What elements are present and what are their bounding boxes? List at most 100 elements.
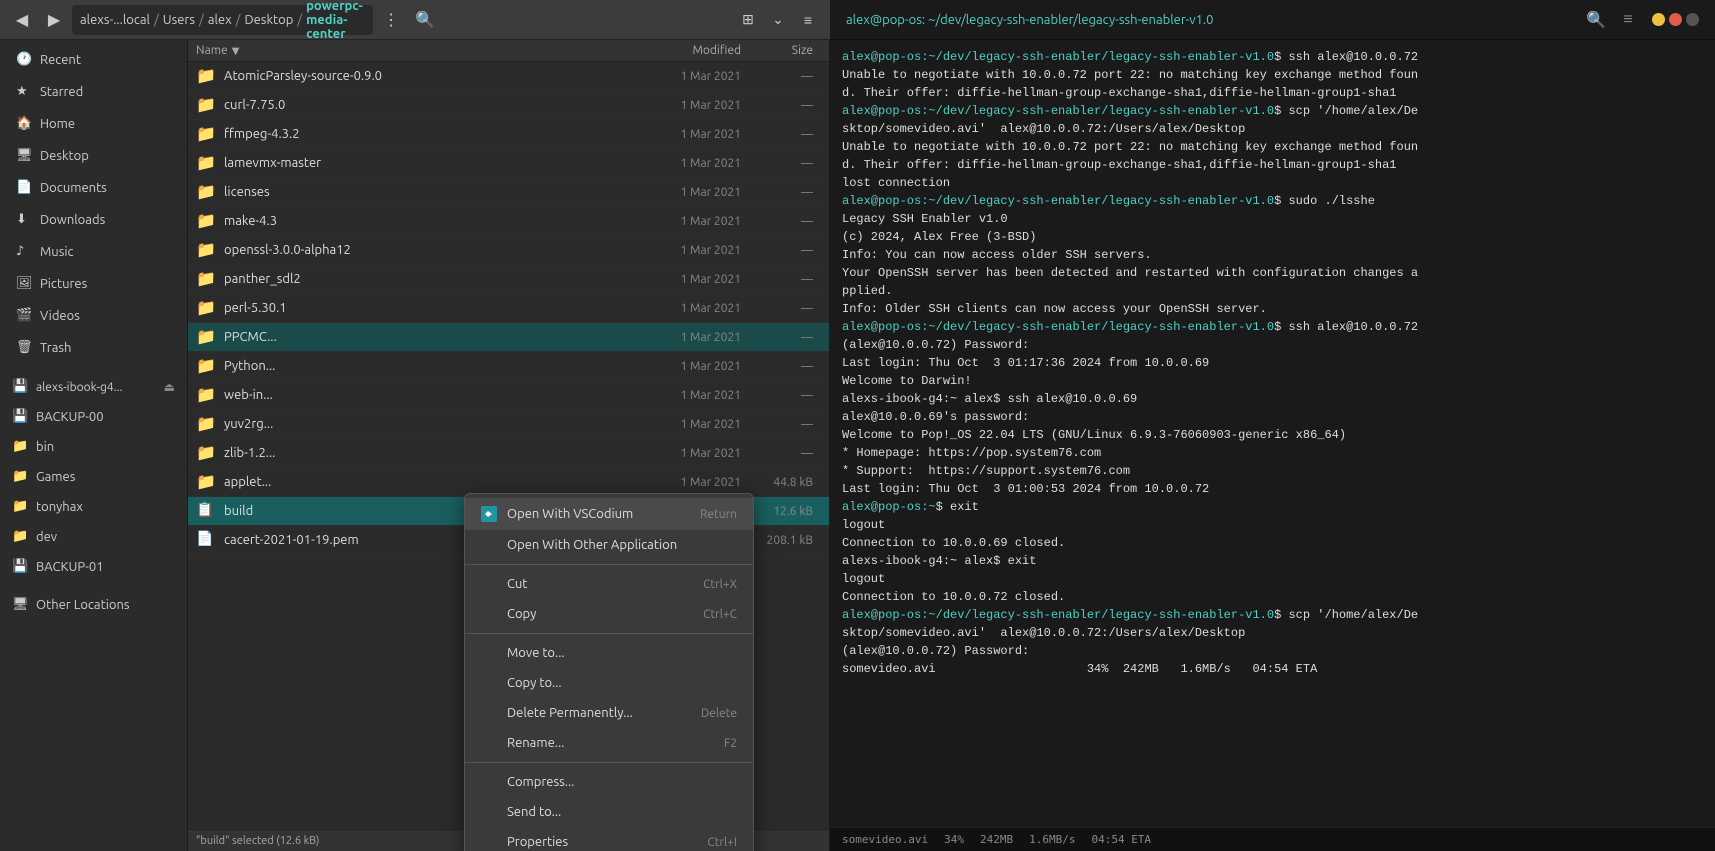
breadcrumb-users[interactable]: Users xyxy=(163,13,195,27)
list-view-button[interactable]: ≡ xyxy=(794,6,822,34)
table-row[interactable]: 📁 AtomicParsley-source-0.9.0 1 Mar 2021 … xyxy=(188,62,829,91)
terminal-output: Unable to negotiate with 10.0.0.72 port … xyxy=(842,68,1418,82)
file-modified: 1 Mar 2021 xyxy=(621,447,741,460)
file-size: — xyxy=(741,244,821,257)
sidebar-item-starred[interactable]: ★ Starred xyxy=(4,77,183,107)
file-modified: 1 Mar 2021 xyxy=(621,476,741,489)
filelist-header: Name ▼ Modified Size xyxy=(188,40,829,62)
terminal-maximize-button[interactable] xyxy=(1686,13,1699,26)
sidebar-item-downloads[interactable]: ⬇ Downloads xyxy=(4,205,183,235)
sidebar-item-backup01[interactable]: 💾 BACKUP-01 xyxy=(0,552,187,582)
ctx-rename[interactable]: Rename... F2 xyxy=(465,728,753,758)
sidebar-item-dev[interactable]: 📁 dev xyxy=(0,522,187,552)
terminal-line: * Homepage: https://pop.system76.com xyxy=(842,444,1703,462)
breadcrumb-current[interactable]: powerpc-media-center xyxy=(306,0,365,41)
ctx-send-to[interactable]: Send to... xyxy=(465,797,753,827)
transfer-size: 242MB xyxy=(980,833,1013,846)
table-row[interactable]: 📁 PPCMC... 1 Mar 2021 — xyxy=(188,323,829,352)
ctx-delete-shortcut: Delete xyxy=(701,707,737,720)
terminal-minimize-button[interactable] xyxy=(1652,13,1665,26)
sidebar-item-music[interactable]: ♪ Music xyxy=(4,237,183,267)
sidebar-item-ibook[interactable]: 💾 alexs-ibook-g4... ⏏ xyxy=(0,372,187,402)
ctx-delete-permanently[interactable]: Delete Permanently... Delete xyxy=(465,698,753,728)
sidebar-item-videos[interactable]: 🎬 Videos xyxy=(4,301,183,331)
selection-status: "build" selected (12.6 kB) xyxy=(196,835,319,847)
sidebar-item-recent[interactable]: 🕐 Recent xyxy=(4,45,183,75)
table-row[interactable]: 📁 Python... 1 Mar 2021 — xyxy=(188,352,829,381)
transfer-filename: somevideo.avi xyxy=(842,833,928,846)
file-size: — xyxy=(741,186,821,199)
sidebar-item-home[interactable]: 🏠 Home xyxy=(4,109,183,139)
ctx-open-other[interactable]: Open With Other Application xyxy=(465,530,753,560)
forward-button[interactable]: ▶ xyxy=(40,6,68,34)
table-row[interactable]: 📁 panther_sdl2 1 Mar 2021 — xyxy=(188,265,829,294)
ctx-open-vscodium[interactable]: Open With VSCodium Return xyxy=(465,498,753,530)
terminal-body[interactable]: alex@pop-os:~/dev/legacy-ssh-enabler/leg… xyxy=(830,40,1715,827)
table-row[interactable]: 📁 licenses 1 Mar 2021 — xyxy=(188,178,829,207)
ctx-properties-shortcut: Ctrl+I xyxy=(707,836,737,849)
terminal-line: alex@pop-os:~/dev/legacy-ssh-enabler/leg… xyxy=(842,192,1703,210)
terminal-output: Info: You can now access older SSH serve… xyxy=(842,248,1152,262)
table-row[interactable]: 📁 perl-5.30.1 1 Mar 2021 — xyxy=(188,294,829,323)
view-dropdown-button[interactable]: ⌄ xyxy=(764,6,792,34)
sidebar-item-tonyhax-label: tonyhax xyxy=(36,500,83,514)
table-row[interactable]: 📁 make-4.3 1 Mar 2021 — xyxy=(188,207,829,236)
table-row[interactable]: 📁 lamevmx-master 1 Mar 2021 — xyxy=(188,149,829,178)
terminal-line: d. Their offer: diffie-hellman-group-exc… xyxy=(842,84,1703,102)
ctx-compress[interactable]: Compress... xyxy=(465,767,753,797)
file-size: — xyxy=(741,418,821,431)
sidebar-item-dev-label: dev xyxy=(36,530,57,544)
grid-view-button[interactable]: ⊞ xyxy=(734,6,762,34)
ctx-separator-3 xyxy=(465,762,753,763)
folder-icon: 📁 xyxy=(196,66,216,86)
terminal-line: * Support: https://support.system76.com xyxy=(842,462,1703,480)
file-size: — xyxy=(741,447,821,460)
table-row[interactable]: 📁 web-in... 1 Mar 2021 — xyxy=(188,381,829,410)
terminal-line: Welcome to Pop!_OS 22.04 LTS (GNU/Linux … xyxy=(842,426,1703,444)
column-modified-header[interactable]: Modified xyxy=(621,44,741,57)
sidebar-item-trash[interactable]: 🗑 Trash xyxy=(4,333,183,363)
breadcrumb-menu-button[interactable]: ⋮ xyxy=(377,6,405,34)
column-name-header[interactable]: Name ▼ xyxy=(196,44,621,57)
terminal-close-button[interactable] xyxy=(1669,13,1682,26)
file-size: — xyxy=(741,128,821,141)
terminal-command: $ sudo ./lsshe xyxy=(1274,194,1375,208)
table-row[interactable]: 📁 yuv2rg... 1 Mar 2021 — xyxy=(188,410,829,439)
back-button[interactable]: ◀ xyxy=(8,6,36,34)
ctx-move-to[interactable]: Move to... xyxy=(465,638,753,668)
sidebar-item-other-locations[interactable]: 🖥 Other Locations xyxy=(0,590,187,620)
backup00-icon: 💾 xyxy=(12,409,28,425)
table-row[interactable]: 📁 openssl-3.0.0-alpha12 1 Mar 2021 — xyxy=(188,236,829,265)
eject-button[interactable]: ⏏ xyxy=(164,380,175,394)
ctx-properties-label: Properties xyxy=(507,835,568,849)
search-button[interactable]: 🔍 xyxy=(409,6,441,34)
sidebar-item-documents[interactable]: 📄 Documents xyxy=(4,173,183,203)
sidebar-item-bin[interactable]: 📁 bin xyxy=(0,432,187,462)
terminal-search-button[interactable]: 🔍 xyxy=(1580,6,1612,34)
terminal-line: alex@pop-os:~$ exit xyxy=(842,498,1703,516)
ctx-cut[interactable]: Cut Ctrl+X xyxy=(465,569,753,599)
ctx-separator-2 xyxy=(465,633,753,634)
sidebar-item-desktop[interactable]: 🖥 Desktop xyxy=(4,141,183,171)
ctx-move-to-label: Move to... xyxy=(507,646,565,660)
sidebar-item-games[interactable]: 📁 Games xyxy=(0,462,187,492)
sidebar-item-backup00[interactable]: 💾 BACKUP-00 xyxy=(0,402,187,432)
breadcrumb-desktop[interactable]: Desktop xyxy=(244,13,293,27)
ctx-properties[interactable]: Properties Ctrl+I xyxy=(465,827,753,851)
column-size-header[interactable]: Size xyxy=(741,44,821,57)
table-row[interactable]: 📁 curl-7.75.0 1 Mar 2021 — xyxy=(188,91,829,120)
table-row[interactable]: 📁 zlib-1.2... 1 Mar 2021 — xyxy=(188,439,829,468)
file-modified: 1 Mar 2021 xyxy=(621,360,741,373)
breadcrumb-alex[interactable]: alex xyxy=(208,13,232,27)
terminal-line: logout xyxy=(842,516,1703,534)
terminal-line: Legacy SSH Enabler v1.0 xyxy=(842,210,1703,228)
ctx-copy[interactable]: Copy Ctrl+C xyxy=(465,599,753,629)
terminal-menu-button[interactable]: ≡ xyxy=(1612,6,1644,34)
breadcrumb-root[interactable]: alexs-...local xyxy=(80,13,150,27)
terminal-line: somevideo.avi 34% 242MB 1.6MB/s 04:54 ET… xyxy=(842,660,1703,678)
ctx-send-to-label: Send to... xyxy=(507,805,561,819)
sidebar-item-pictures[interactable]: 🖼 Pictures xyxy=(4,269,183,299)
table-row[interactable]: 📁 ffmpeg-4.3.2 1 Mar 2021 — xyxy=(188,120,829,149)
sidebar-item-tonyhax[interactable]: 📁 tonyhax xyxy=(0,492,187,522)
ctx-copy-to[interactable]: Copy to... xyxy=(465,668,753,698)
